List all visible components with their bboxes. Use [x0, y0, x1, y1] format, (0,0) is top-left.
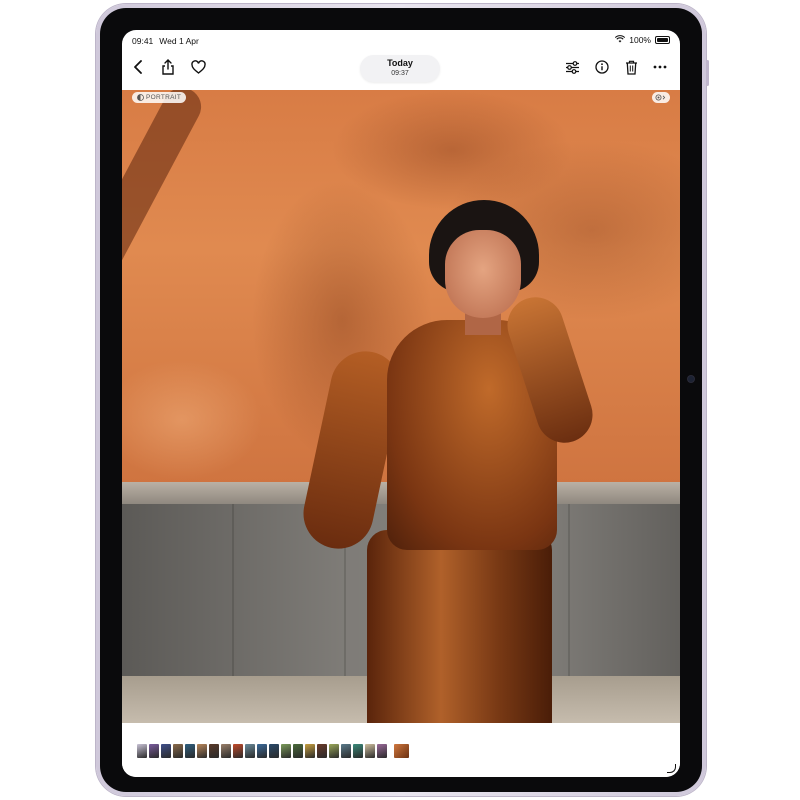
portrait-badge-label: PORTRAIT	[146, 94, 182, 101]
ellipsis-icon	[653, 65, 667, 69]
filmstrip-thumbnail[interactable]	[269, 744, 279, 758]
volume-button	[706, 60, 709, 86]
live-photo-icon	[655, 94, 666, 101]
delete-button[interactable]	[619, 55, 643, 79]
edit-button[interactable]	[560, 55, 584, 79]
filmstrip	[122, 723, 680, 777]
filmstrip-thumbnail[interactable]	[245, 744, 255, 758]
info-icon	[595, 60, 609, 74]
filmstrip-thumbnail[interactable]	[353, 744, 363, 758]
sliders-icon	[565, 60, 579, 74]
status-date: Wed 1 Apr	[159, 36, 199, 46]
bezel: 09:41 Wed 1 Apr 100% Today 09:37 PORTRAI…	[100, 8, 702, 792]
subject-skirt	[367, 530, 552, 723]
filmstrip-thumbnail[interactable]	[293, 744, 303, 758]
filmstrip-thumbnail[interactable]	[365, 744, 375, 758]
toolbar-title: Today	[387, 58, 413, 68]
filmstrip-current-thumbnail[interactable]	[394, 744, 409, 758]
filmstrip-thumbnail[interactable]	[185, 744, 195, 758]
photo-viewer[interactable]: PORTRAIT	[122, 90, 680, 723]
filmstrip-thumbnail[interactable]	[341, 744, 351, 758]
status-time: 09:41	[132, 36, 154, 46]
favorite-button[interactable]	[186, 55, 210, 79]
screen: 09:41 Wed 1 Apr 100% Today 09:37 PORTRAI…	[122, 30, 680, 777]
live-photo-badge[interactable]	[652, 92, 670, 103]
ipad-device: 09:41 Wed 1 Apr 100% Today 09:37 PORTRAI…	[96, 4, 709, 796]
subject-face	[445, 230, 521, 318]
filmstrip-thumbnail[interactable]	[149, 744, 159, 758]
heart-icon	[190, 60, 206, 74]
filmstrip-thumbnail[interactable]	[317, 744, 327, 758]
more-button[interactable]	[648, 55, 672, 79]
filmstrip-thumbnail[interactable]	[257, 744, 267, 758]
share-icon	[162, 59, 174, 75]
battery-icon	[655, 36, 670, 44]
filmstrip-thumbnail[interactable]	[173, 744, 183, 758]
filmstrip-thumbnail[interactable]	[137, 744, 147, 758]
filmstrip-thumbnail[interactable]	[233, 744, 243, 758]
portrait-mode-icon	[137, 94, 144, 101]
filmstrip-thumbnail[interactable]	[377, 744, 387, 758]
status-bar: 09:41 Wed 1 Apr 100%	[122, 30, 680, 52]
info-button[interactable]	[590, 55, 614, 79]
filmstrip-thumbnail[interactable]	[161, 744, 171, 758]
photo-toolbar: Today 09:37	[122, 52, 680, 90]
filmstrip-thumbnail[interactable]	[209, 744, 219, 758]
chevron-left-icon	[134, 60, 142, 74]
filmstrip-thumbnail[interactable]	[305, 744, 315, 758]
back-button[interactable]	[126, 55, 150, 79]
front-camera	[688, 376, 694, 382]
wifi-icon	[615, 35, 626, 45]
filmstrip-thumbnails	[137, 744, 387, 758]
portrait-badge[interactable]: PORTRAIT	[132, 92, 187, 103]
date-title-pill[interactable]: Today 09:37	[360, 55, 440, 82]
filmstrip-thumbnail[interactable]	[221, 744, 231, 758]
trash-icon	[625, 60, 637, 75]
share-button[interactable]	[156, 55, 180, 79]
battery-percent: 100%	[629, 35, 651, 45]
photo-subject	[296, 200, 607, 723]
filmstrip-thumbnail[interactable]	[281, 744, 291, 758]
filmstrip-thumbnail[interactable]	[197, 744, 207, 758]
toolbar-subtitle: 09:37	[391, 70, 409, 77]
filmstrip-thumbnail[interactable]	[329, 744, 339, 758]
